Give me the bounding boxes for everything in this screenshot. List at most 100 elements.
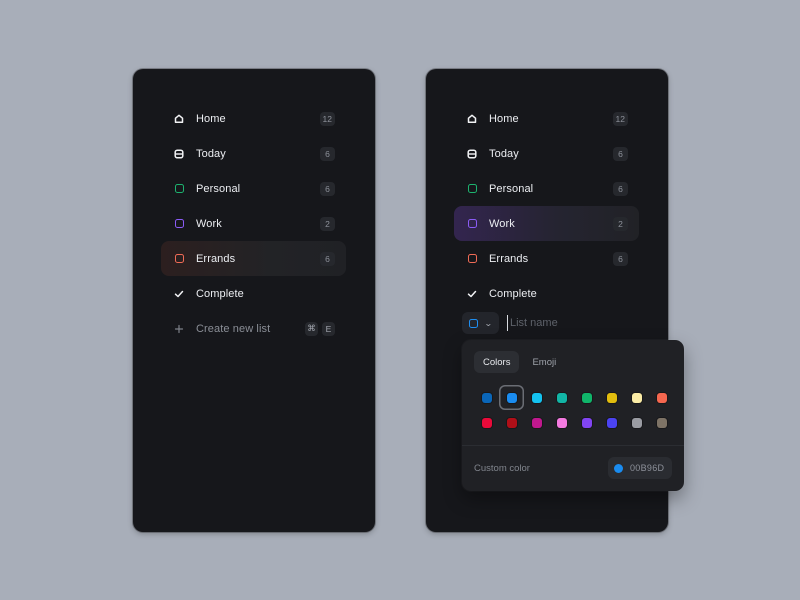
color-dot xyxy=(556,417,567,428)
nav-item-label: Work xyxy=(489,217,515,230)
list-name-input[interactable] xyxy=(507,315,627,331)
nav-item-home[interactable]: Home 12 xyxy=(454,101,639,136)
nav-item-label: Work xyxy=(196,217,222,230)
color-swatch[interactable] xyxy=(649,410,674,435)
color-dot xyxy=(606,392,617,403)
color-dot xyxy=(556,392,567,403)
check-icon xyxy=(174,289,184,299)
nav-list: Home 12 Today 6 Personal 6 Work 2 Errands 6 Comple… xyxy=(161,101,346,346)
count-badge: 6 xyxy=(613,251,628,266)
color-swatch[interactable] xyxy=(624,385,649,410)
count-badge: 12 xyxy=(612,111,628,126)
nav-item-today[interactable]: Today 6 xyxy=(454,136,639,171)
nav-item-complete[interactable]: Complete xyxy=(454,276,639,311)
color-square-icon xyxy=(469,318,478,328)
color-swatch[interactable] xyxy=(649,385,674,410)
color-swatch[interactable] xyxy=(549,410,574,435)
nav-item-label: Home xyxy=(196,112,226,125)
nav-item-label: Home xyxy=(489,112,519,125)
color-swatch[interactable] xyxy=(574,385,599,410)
nav-item-label: Errands xyxy=(489,252,529,265)
create-new-list-label: Create new list xyxy=(196,322,271,335)
color-dot xyxy=(481,392,492,403)
new-list-row: ⌄ xyxy=(462,312,627,334)
custom-color-label: Custom color xyxy=(474,463,530,474)
count-badge: 6 xyxy=(320,251,335,266)
nav-item-errands[interactable]: Errands 6 xyxy=(161,241,346,276)
color-swatch[interactable] xyxy=(524,410,549,435)
nav-item-complete[interactable]: Complete xyxy=(161,276,346,311)
color-swatch[interactable] xyxy=(624,410,649,435)
nav-item-personal[interactable]: Personal 6 xyxy=(454,171,639,206)
nav-item-home[interactable]: Home 12 xyxy=(161,101,346,136)
color-picker-button[interactable]: ⌄ xyxy=(462,312,499,334)
count-badge: 6 xyxy=(613,146,628,161)
check-icon xyxy=(467,289,477,299)
nav-item-today[interactable]: Today 6 xyxy=(161,136,346,171)
color-swatch[interactable] xyxy=(599,410,624,435)
nav-item-work[interactable]: Work 2 xyxy=(454,206,639,241)
command-key-icon: ⌘ xyxy=(305,321,318,336)
list-square-icon xyxy=(174,184,184,194)
count-badge: 2 xyxy=(613,216,628,231)
shortcut-key: E xyxy=(322,321,335,336)
nav-item-work[interactable]: Work 2 xyxy=(161,206,346,241)
nav-item-label: Complete xyxy=(489,287,537,300)
create-new-list-button[interactable]: Create new list ⌘ E xyxy=(161,311,346,346)
count-badge: 12 xyxy=(319,111,335,126)
color-dot xyxy=(631,392,642,403)
nav-item-personal[interactable]: Personal 6 xyxy=(161,171,346,206)
color-dot xyxy=(581,417,592,428)
color-swatch[interactable] xyxy=(524,385,549,410)
calendar-icon xyxy=(467,148,477,159)
color-swatch[interactable] xyxy=(599,385,624,410)
nav-item-label: Errands xyxy=(196,252,236,265)
color-swatch[interactable] xyxy=(474,385,499,410)
color-dot xyxy=(481,417,492,428)
color-dot xyxy=(656,417,667,428)
custom-color-hex: 00B96D xyxy=(630,463,665,473)
nav-item-label: Personal xyxy=(196,182,241,195)
color-popover: Colors Emoji Custom color 00B96D xyxy=(462,340,684,491)
home-icon xyxy=(174,114,184,124)
chevron-down-icon: ⌄ xyxy=(483,318,493,328)
home-icon xyxy=(467,114,477,124)
count-badge: 6 xyxy=(613,181,628,196)
list-square-icon xyxy=(174,219,184,229)
color-dot xyxy=(581,392,592,403)
popover-tabs: Colors Emoji xyxy=(474,351,565,373)
list-square-icon xyxy=(467,254,477,264)
color-swatch[interactable] xyxy=(499,410,524,435)
color-swatch[interactable] xyxy=(499,385,524,410)
color-dot xyxy=(631,417,642,428)
color-dot xyxy=(506,392,517,403)
color-swatch-grid xyxy=(474,385,674,435)
color-swatch[interactable] xyxy=(474,410,499,435)
color-dot xyxy=(531,417,542,428)
tab-emoji[interactable]: Emoji xyxy=(523,351,565,373)
custom-color-dot xyxy=(614,463,623,473)
nav-list: Home 12 Today 6 Personal 6 Work 2 Errands 6 Comple… xyxy=(454,101,639,311)
list-square-icon xyxy=(174,254,184,264)
color-dot xyxy=(606,417,617,428)
color-dot xyxy=(506,417,517,428)
count-badge: 2 xyxy=(320,216,335,231)
tab-colors[interactable]: Colors xyxy=(474,351,520,373)
nav-item-label: Personal xyxy=(489,182,534,195)
lists-panel-left: Home 12 Today 6 Personal 6 Work 2 Errands 6 Comple… xyxy=(133,69,375,532)
plus-icon xyxy=(174,324,184,334)
nav-item-label: Complete xyxy=(196,287,244,300)
color-swatch[interactable] xyxy=(574,410,599,435)
nav-item-label: Today xyxy=(196,147,226,160)
list-square-icon xyxy=(467,219,477,229)
divider xyxy=(462,445,684,446)
count-badge: 6 xyxy=(320,181,335,196)
custom-color-input[interactable]: 00B96D xyxy=(608,457,672,479)
nav-item-errands[interactable]: Errands 6 xyxy=(454,241,639,276)
calendar-icon xyxy=(174,148,184,159)
nav-item-label: Today xyxy=(489,147,519,160)
count-badge: 6 xyxy=(320,146,335,161)
color-dot xyxy=(531,392,542,403)
list-square-icon xyxy=(467,184,477,194)
color-swatch[interactable] xyxy=(549,385,574,410)
